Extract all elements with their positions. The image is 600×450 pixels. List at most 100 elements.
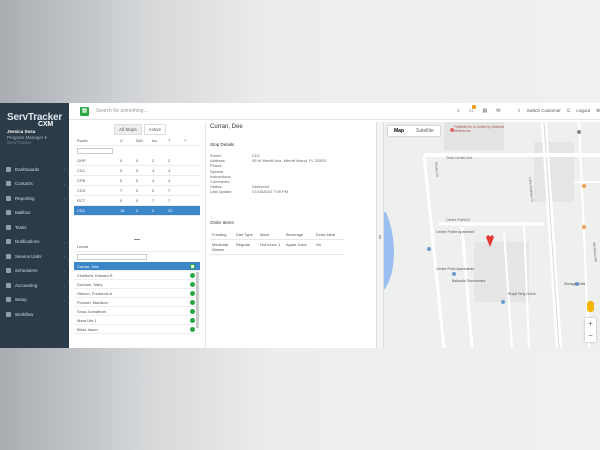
clients-list: Linear Curran, Dee Chatfield, Edward R Durh…: [74, 242, 200, 334]
table-cell: CD1: [77, 208, 86, 213]
list-header[interactable]: Linear: [74, 242, 200, 252]
column-header[interactable]: Diet Type: [234, 230, 258, 239]
sidebar-item-accounting[interactable]: Accounting ‹: [0, 278, 69, 293]
table-row[interactable]: CD1 0 0 4 4: [74, 166, 200, 176]
sidebar-item-tasks[interactable]: Tasks: [0, 220, 69, 235]
table-row[interactable]: CD3 7 0 0 7: [74, 186, 200, 196]
zoom-in-button[interactable]: +: [585, 318, 596, 330]
apps-grid-button[interactable]: ▦: [80, 107, 89, 116]
switch-customer-link[interactable]: Switch Customer: [527, 108, 561, 114]
table-cell: 7: [168, 188, 171, 193]
search-icon[interactable]: ⌕: [457, 108, 460, 114]
column-header[interactable]: T: [168, 138, 184, 143]
column-header[interactable]: ?: [184, 138, 200, 143]
sidebar-item-mailbox[interactable]: Mailbox: [0, 206, 69, 221]
table-row[interactable]: CD1 16 2 2 20: [74, 206, 200, 216]
service-units-icon: [6, 253, 11, 259]
column-header[interactable]: Funding: [210, 230, 234, 239]
table-cell: Regular: [236, 242, 251, 247]
sidebar-item-notifications[interactable]: Notifications ‹: [0, 235, 69, 250]
sidebar-item-contacts[interactable]: Contacts ‹: [0, 177, 69, 192]
table-cell: 0: [120, 198, 123, 203]
resize-handle[interactable]: [134, 239, 140, 240]
logout-icon: ⎋: [566, 108, 571, 113]
list-item[interactable]: Gibson, Frederick A: [74, 289, 200, 298]
chevron-left-icon: ‹: [63, 254, 65, 259]
order-items-heading: Order Items: [210, 220, 234, 225]
column-header[interactable]: Beverage: [284, 230, 314, 239]
column-header[interactable]: Extra Meal: [314, 230, 338, 239]
map-poi-apartments[interactable]: Centre Point Apartments: [436, 267, 481, 271]
chevron-left-icon: ‹: [63, 283, 65, 288]
map-poi-hotel[interactable]: Fairfield Inn & Suites by Marriott Melbo…: [454, 125, 504, 133]
list-scrollbar[interactable]: [196, 272, 199, 328]
list-item[interactable]: Blaid Jason: [74, 325, 200, 334]
map-poi-grove[interactable]: Royal Teriy Grove: [508, 292, 548, 296]
map[interactable]: Map Satellite Fairfield Inn & Suites by …: [384, 122, 600, 348]
column-header[interactable]: N/D: [136, 138, 152, 143]
column-header[interactable]: Inc: [152, 138, 168, 143]
logout-link[interactable]: Logout: [576, 108, 590, 114]
workflow-icon: [6, 311, 11, 317]
dashboard-icon: [6, 166, 11, 172]
mailbox-icon: [6, 210, 11, 216]
column-header[interactable]: Meal: [258, 230, 284, 239]
status-check-icon: [190, 264, 195, 269]
list-item[interactable]: Curran, Dee: [74, 262, 200, 271]
route-filter-input[interactable]: [77, 148, 113, 154]
calendar-icon[interactable]: ▤: [483, 108, 488, 114]
stop-field: Last Update: 07/18/2022 7:09 PM: [210, 189, 326, 194]
sidebar-item-label: Dashboards: [15, 166, 40, 172]
list-item[interactable]: Prosser, Madison: [74, 298, 200, 307]
panel-splitter[interactable]: ‖: [376, 122, 384, 348]
list-item[interactable]: Durham, Mary: [74, 280, 200, 289]
toolbar-right: ⇪ Switch Customer ⎋ Logout ⚙: [517, 108, 600, 114]
sidebar-item-service-units[interactable]: Service Units ‹: [0, 249, 69, 264]
map-poi-townhomes[interactable]: Ballanda Townhomes: [452, 279, 492, 283]
table-row[interactable]: RCT 0 0 7 7: [74, 196, 200, 206]
map-poi-storage[interactable]: Storage Units: [564, 282, 594, 286]
app-window: ServTracker CXM Jessica Sosa Program Man…: [0, 103, 600, 348]
field-value: 55 W Merritt Ave, Merritt Island, FL 329…: [252, 158, 326, 164]
table-cell: 0: [152, 188, 155, 193]
order-items-table: Funding Diet Type Meal Beverage Extra Meal Me…: [210, 230, 345, 255]
list-item[interactable]: Mear Ute 1: [74, 316, 200, 325]
mail-icon[interactable]: ✉: [496, 108, 500, 114]
client-filter-input[interactable]: [77, 254, 147, 260]
list-item[interactable]: Sosa Jonnathan: [74, 307, 200, 316]
table-cell: CD3: [77, 188, 86, 193]
client-name-label: Blaid Jason: [77, 326, 98, 332]
list-item[interactable]: Chatfield, Edward R: [74, 271, 200, 280]
column-header[interactable]: Route: [74, 138, 120, 143]
map-poi-apartment[interactable]: Centre Pointe Apartment: [436, 230, 476, 234]
sidebar-item-setup[interactable]: Setup ‹: [0, 293, 69, 308]
sidebar-item-label: Accounting: [15, 282, 38, 288]
chevron-left-icon: ‹: [63, 196, 65, 201]
sidebar-item-reporting[interactable]: Reporting ‹: [0, 191, 69, 206]
zoom-out-button[interactable]: −: [585, 330, 596, 342]
map-tab[interactable]: Map: [388, 126, 410, 136]
status-check-icon: [190, 282, 195, 287]
search-input[interactable]: Search for something...: [96, 108, 148, 114]
table-row[interactable]: CPB 0 0 4 4: [74, 176, 200, 186]
table-cell: 2: [152, 208, 155, 213]
tab-active[interactable]: Active: [143, 124, 167, 135]
notifications-icon[interactable]: ▭: [469, 105, 476, 114]
client-name-label: Mear Ute 1: [77, 317, 97, 323]
table-row: Medicaid Waiver Regular Hot lunch 1 Apple J…: [210, 240, 345, 255]
table-cell: Hot lunch 1: [260, 242, 281, 247]
stop-fields: Route: CD1 Address: 55 W Merritt Ave, Merri…: [210, 153, 326, 195]
chevron-left-icon: ‹: [63, 167, 65, 172]
column-header[interactable]: C: [120, 138, 136, 143]
street-view-pegman-icon[interactable]: [587, 301, 594, 312]
sidebar-item-schedulers[interactable]: Schedulers ‹: [0, 264, 69, 279]
sidebar-item-workflow[interactable]: Workflow: [0, 307, 69, 322]
sidebar-item-dashboards[interactable]: Dashboards ‹: [0, 162, 69, 177]
settings-icon[interactable]: ⚙: [596, 108, 600, 114]
satellite-tab[interactable]: Satellite: [410, 126, 440, 136]
logo-primary: ServTracker: [7, 112, 63, 123]
status-check-icon: [190, 309, 195, 314]
tab-all-stops[interactable]: All Stops: [114, 124, 142, 135]
table-cell: 0: [136, 158, 139, 163]
table-row[interactable]: GHP 0 0 2 2: [74, 156, 200, 166]
